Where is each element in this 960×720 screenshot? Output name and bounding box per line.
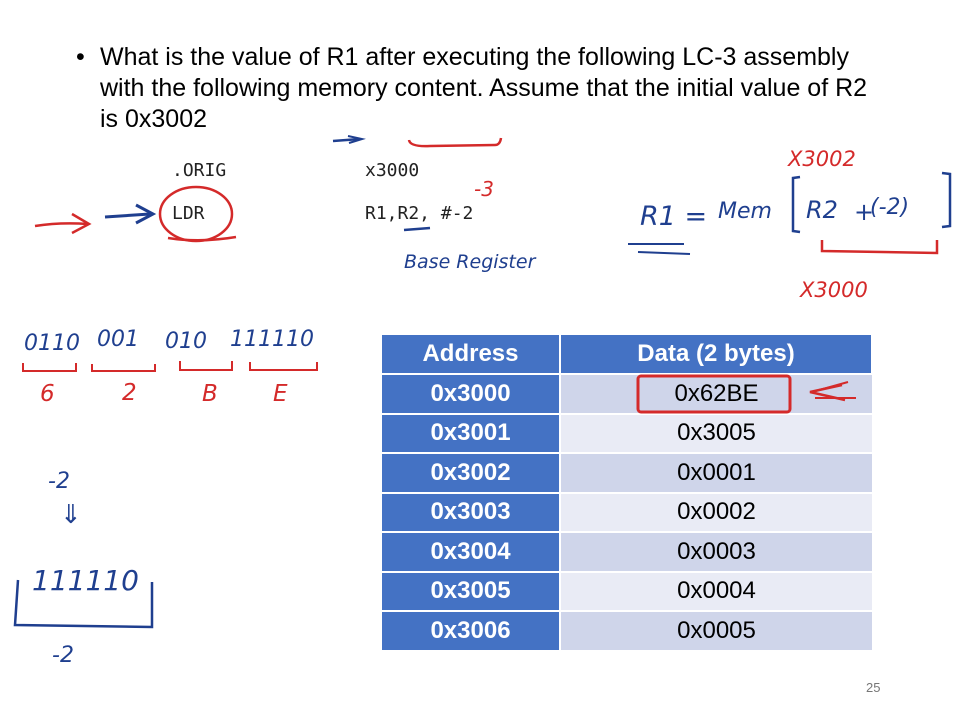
table-row: 0x3003 0x0002	[382, 491, 872, 532]
bit-group: 010	[165, 329, 207, 354]
memory-table: Address Data (2 bytes) 0x3000 0x62BE 0x3…	[382, 335, 873, 650]
neg2-top: -2	[48, 469, 70, 494]
bit-group: 111110	[230, 327, 314, 352]
hex-digit: 6	[40, 381, 55, 407]
bit-group: 001	[97, 327, 139, 352]
code-line-orig-op: .ORIG	[172, 160, 227, 181]
data-cell: 0x0005	[560, 610, 872, 650]
bracket-close	[941, 171, 952, 229]
formula-r2: R2	[806, 196, 838, 224]
bracket-open	[791, 175, 801, 234]
code-line-orig-operand: x3000	[365, 160, 420, 181]
table-row: 0x3002 0x0001	[382, 452, 872, 493]
data-cell: 0x0003	[560, 531, 872, 572]
header-address: Address	[382, 335, 561, 374]
formula-plus: +	[854, 198, 874, 226]
data-cell: 0x62BE	[560, 373, 872, 414]
data-cell: 0x0004	[560, 570, 872, 611]
address-cell: 0x3006	[382, 610, 561, 650]
address-cell: 0x3004	[382, 531, 561, 572]
red-bracket-formula	[820, 240, 939, 255]
data-cell: 0x3005	[560, 412, 872, 453]
formula-neg2: (-2)	[870, 195, 909, 220]
hex-digit: E	[273, 381, 288, 407]
minus3-annotation: -3	[474, 177, 494, 201]
table-row: 0x3004 0x0003	[382, 531, 872, 572]
data-cell: 0x0002	[560, 491, 872, 532]
base-register-annotation: Base Register	[404, 251, 537, 273]
page-number: 25	[866, 680, 881, 695]
down-arrow-icon: ⇓	[60, 500, 82, 530]
table-row: 0x3006 0x0005	[382, 610, 872, 650]
formula-r1: R1 =	[640, 201, 707, 232]
bits-111110: 111110	[32, 564, 139, 597]
bracket-bottom	[13, 579, 154, 629]
code-line-ldr-op: LDR	[172, 203, 205, 224]
bit-group: 0110	[24, 331, 80, 356]
red-bracket-0x3002	[407, 137, 503, 148]
bullet: •	[76, 43, 85, 71]
hex-digit: B	[202, 381, 218, 407]
neg2-bottom: -2	[52, 643, 74, 668]
slide: • What is the value of R1 after executin…	[0, 0, 960, 720]
table-row: 0x3005 0x0004	[382, 570, 872, 611]
hex-digit: 2	[122, 380, 137, 406]
address-cell: 0x3003	[382, 491, 561, 532]
address-cell: 0x3001	[382, 412, 561, 453]
code-line-ldr-operand: R1,R2, #-2	[365, 203, 474, 224]
table-row: 0x3001 0x3005	[382, 412, 872, 453]
address-cell: 0x3002	[382, 452, 561, 493]
address-cell: 0x3000	[382, 373, 561, 414]
table-row: 0x3000 0x62BE	[382, 373, 872, 414]
ldr-underline	[167, 235, 237, 242]
x3002-annotation: X3002	[787, 147, 856, 171]
data-cell: 0x0001	[560, 452, 872, 493]
formula-mem: Mem	[718, 199, 772, 224]
question-text: What is the value of R1 after executing …	[100, 43, 868, 133]
red-arrow-icon	[34, 222, 89, 228]
header-data: Data (2 bytes)	[560, 335, 873, 374]
address-cell: 0x3005	[382, 570, 561, 611]
blue-arrow-icon	[104, 212, 151, 219]
x3000-annotation: X3000	[799, 278, 868, 302]
